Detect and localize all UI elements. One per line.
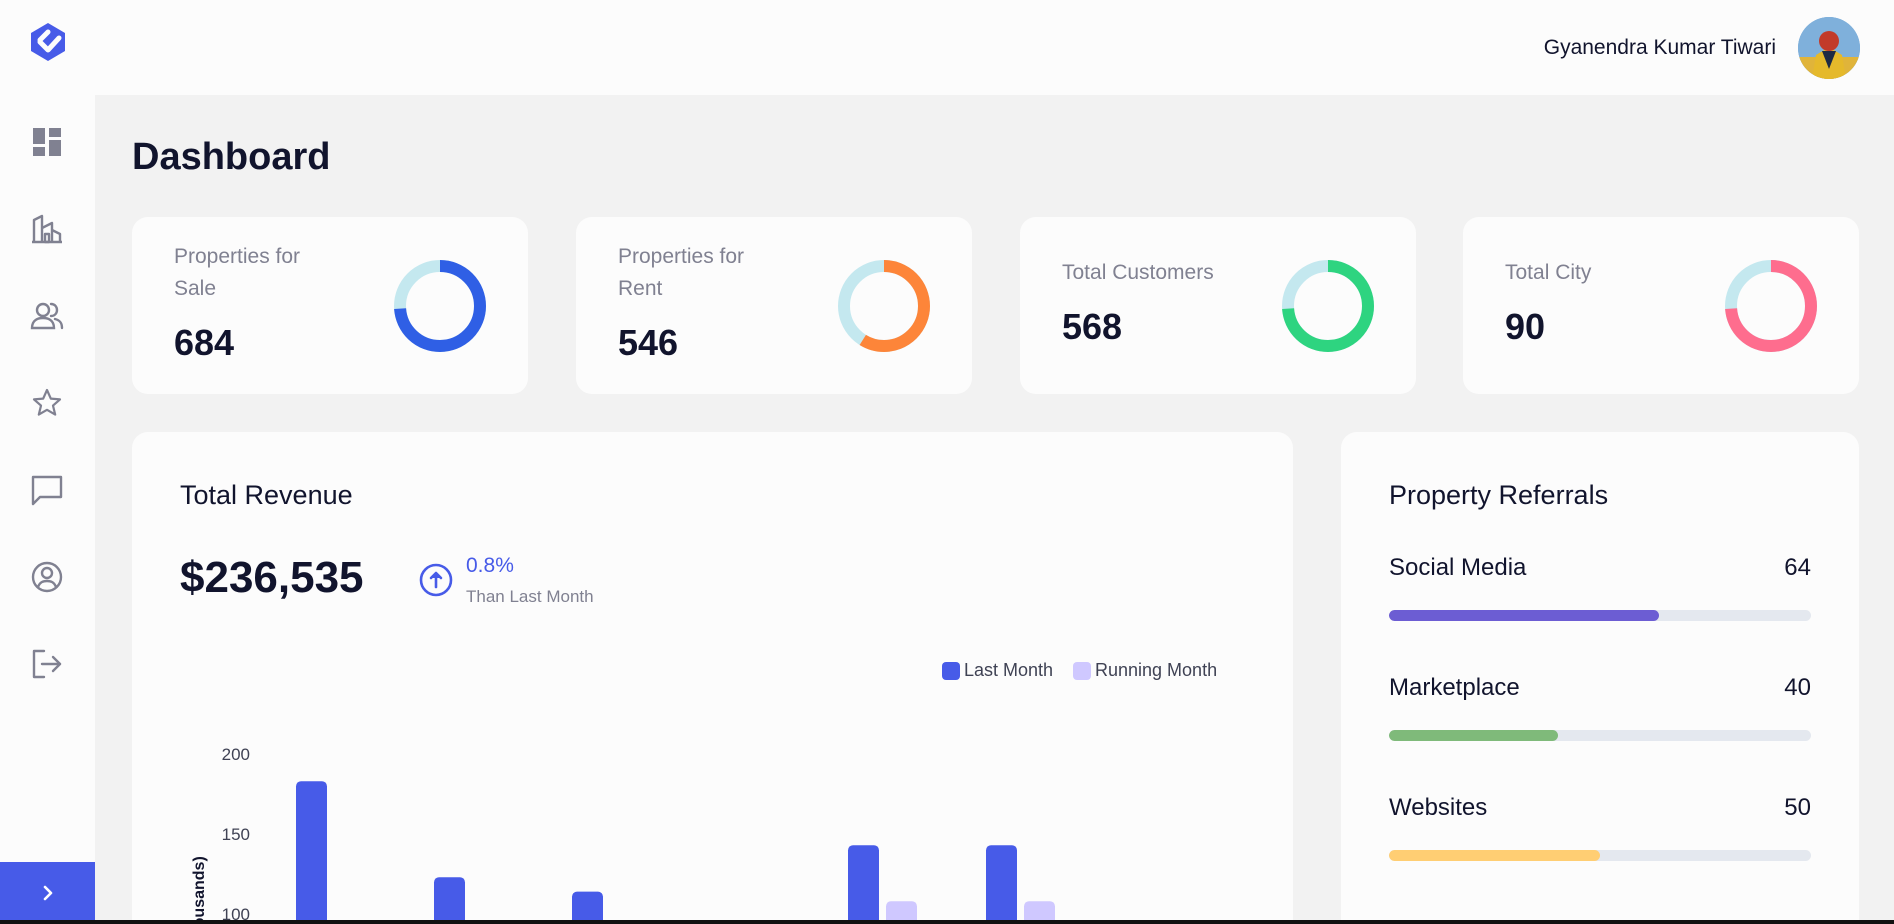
stat-card-sale: Properties for Sale 684 — [132, 217, 528, 394]
bar-last-month[interactable] — [848, 845, 879, 924]
referral-value: 50 — [1784, 794, 1811, 821]
sidebar-collapse-button[interactable] — [0, 862, 95, 924]
progress-track — [1389, 850, 1811, 861]
referrals-panel: Property Referrals Social Media 64 Marke… — [1341, 432, 1859, 924]
app-logo-icon[interactable] — [26, 20, 70, 64]
trend-caption: Than Last Month — [466, 587, 594, 606]
sidebar — [0, 95, 95, 924]
stat-label: Properties for Sale — [174, 245, 301, 300]
stat-value: 546 — [618, 322, 679, 363]
trend-value: 0.8% — [466, 554, 514, 577]
donut-chart — [838, 260, 930, 352]
donut-chart — [394, 260, 486, 352]
stat-value: 684 — [174, 322, 235, 363]
building-icon — [32, 214, 62, 244]
chevron-right-icon — [43, 885, 52, 901]
bar-last-month[interactable] — [434, 877, 465, 924]
page-title: Dashboard — [132, 136, 331, 178]
progress-fill — [1389, 850, 1600, 861]
top-bar: Gyanendra Kumar Tiwari — [0, 0, 1894, 95]
stat-card-customers: Total Customers 568 — [1020, 217, 1416, 394]
legend-label: Running Month — [1095, 660, 1218, 680]
people-icon — [30, 302, 64, 330]
legend-swatch — [1073, 661, 1091, 680]
star-icon — [32, 388, 62, 416]
user-circle-icon — [31, 561, 63, 593]
progress-track — [1389, 610, 1811, 621]
referral-label: Social Media — [1389, 554, 1527, 581]
bar-last-month[interactable] — [986, 845, 1017, 924]
stat-label: Properties for Rent — [618, 245, 745, 300]
dashboard-icon — [33, 128, 61, 156]
donut-chart — [1725, 260, 1817, 352]
user-name: Gyanendra Kumar Tiwari — [1543, 36, 1776, 59]
referral-value: 64 — [1784, 554, 1811, 581]
legend-label: Last Month — [964, 660, 1054, 680]
sidebar-item-logout[interactable] — [27, 644, 67, 684]
y-tick-label: 200 — [222, 745, 250, 764]
logout-icon — [32, 649, 62, 679]
stat-card-city: Total City 90 — [1463, 217, 1859, 394]
progress-track — [1389, 730, 1811, 741]
revenue-panel: Total Revenue $236,535 0.8% Than Last Mo… — [132, 432, 1293, 924]
referrals-title: Property Referrals — [1389, 480, 1609, 510]
sidebar-item-reviews[interactable] — [27, 383, 67, 423]
sidebar-item-profile[interactable] — [27, 557, 67, 597]
progress-fill — [1389, 610, 1660, 621]
referral-label: Marketplace — [1389, 674, 1520, 701]
y-tick-label: 150 — [222, 825, 250, 844]
stat-label: Total City — [1505, 261, 1592, 284]
sidebar-item-messages[interactable] — [27, 470, 67, 510]
donut-chart — [1282, 260, 1374, 352]
stat-value: 90 — [1505, 306, 1546, 347]
legend-swatch — [942, 661, 960, 680]
legend-item-last-month[interactable]: Last Month — [942, 660, 1053, 681]
sidebar-item-dashboard[interactable] — [27, 122, 67, 162]
bar-last-month[interactable] — [296, 781, 327, 924]
sidebar-item-agents[interactable] — [27, 296, 67, 336]
revenue-bar-chart: 200150100(thousands) — [191, 745, 1155, 924]
revenue-title: Total Revenue — [180, 480, 353, 510]
stat-card-rent: Properties for Rent 546 — [576, 217, 972, 394]
legend-item-running-month[interactable]: Running Month — [1073, 660, 1217, 681]
avatar[interactable] — [1798, 17, 1860, 79]
sidebar-item-properties[interactable] — [27, 209, 67, 249]
stat-value: 568 — [1062, 306, 1123, 347]
window-bottom-border — [0, 920, 1894, 924]
chat-icon — [31, 475, 63, 506]
revenue-amount: $236,535 — [180, 553, 364, 602]
arrow-up-circle-icon — [419, 563, 453, 597]
referral-value: 40 — [1784, 674, 1811, 701]
y-axis-label: (thousands) — [191, 856, 208, 924]
referral-label: Websites — [1389, 794, 1488, 821]
progress-fill — [1389, 730, 1558, 741]
stat-label: Total Customers — [1062, 261, 1214, 284]
